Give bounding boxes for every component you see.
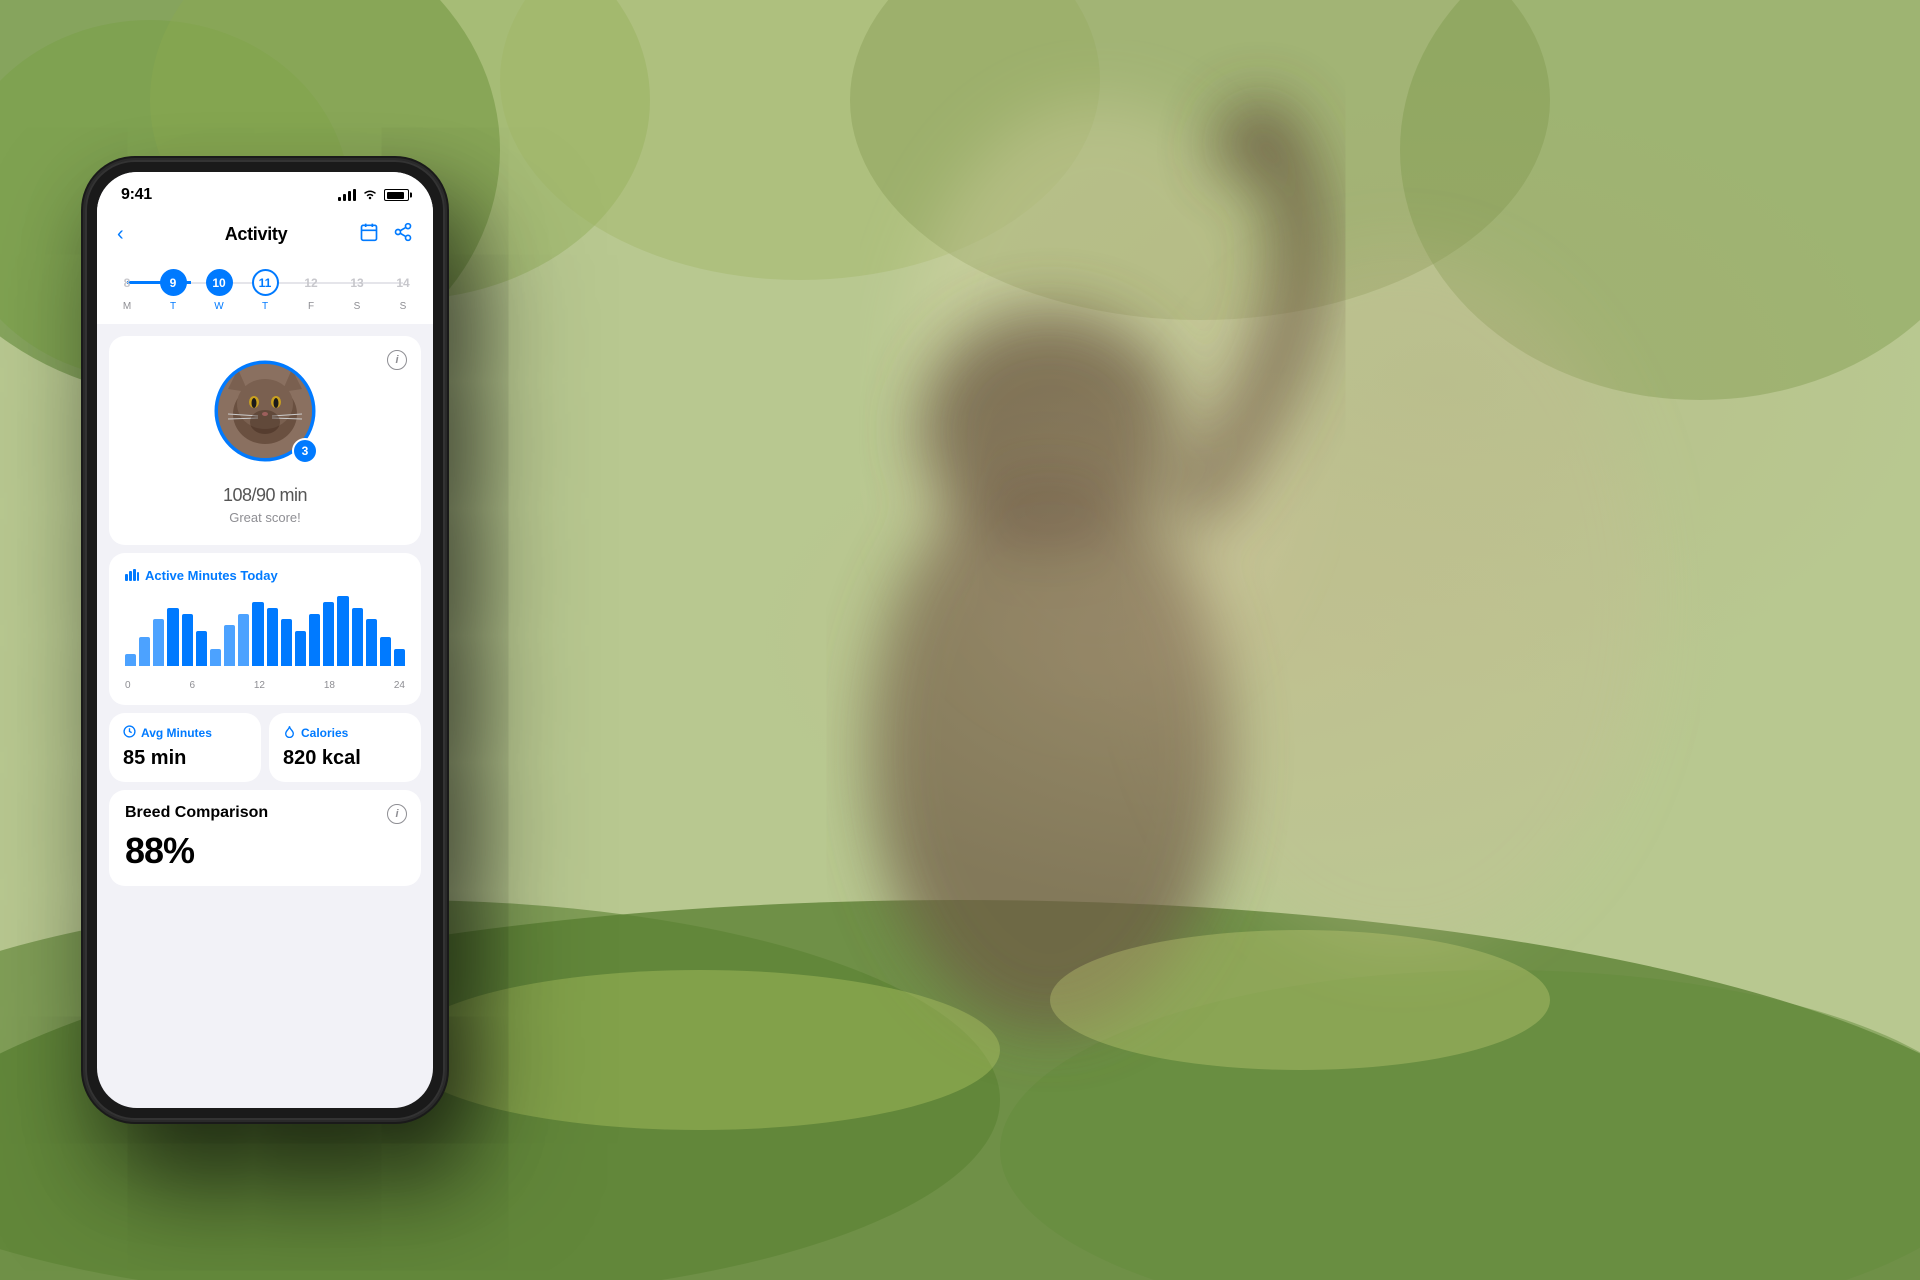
day-label-f: F [308,301,314,312]
screen-title: Activity [225,224,288,245]
x-label-6: 6 [189,680,195,691]
breed-comparison-title: Breed Comparison [125,804,405,822]
header-actions [359,222,413,247]
bar-0 [125,654,136,666]
stats-row: Avg Minutes 85 min Calories [109,713,421,782]
flame-icon [283,725,296,741]
back-button[interactable]: ‹ [117,223,153,246]
breed-info-icon[interactable]: i [387,804,407,824]
bar-17 [366,619,377,666]
wifi-icon [362,188,378,203]
bar-13 [309,614,320,667]
share-icon[interactable] [393,222,413,247]
avg-minutes-card[interactable]: Avg Minutes 85 min [109,713,261,782]
clock-icon [123,725,136,741]
avg-minutes-label: Avg Minutes [141,726,212,740]
bar-7 [224,625,235,666]
day-label-m: M [123,301,131,312]
date-selector-row: 8 M 9 T 10 W 11 T [97,261,433,324]
signal-icon [338,189,356,201]
day-item-tuesday[interactable]: 9 T [159,269,187,312]
day-bubble-12: 12 [298,269,325,296]
calendar-icon[interactable] [359,222,379,247]
calories-title: Calories [283,725,407,741]
bar-5 [196,631,207,666]
chart-title-text: Active Minutes Today [145,568,278,583]
day-bubble-14: 14 [390,269,417,296]
status-icons [338,188,409,203]
bar-9 [252,602,263,666]
day-item-saturday[interactable]: 13 S [343,269,371,312]
calories-card[interactable]: Calories 820 kcal [269,713,421,782]
breed-percentage-value: 88% [125,830,405,872]
score-info-icon[interactable]: i [387,350,407,370]
day-bubble-13: 13 [344,269,371,296]
day-label-s2: S [400,301,407,312]
day-bubble-11: 11 [252,269,279,296]
bar-12 [295,631,306,666]
calories-label: Calories [301,726,348,740]
score-display: 108/90 min [223,476,307,508]
x-label-24: 24 [394,680,405,691]
pet-avatar-ring: 3 [210,356,320,466]
score-comment: Great score! [229,510,301,525]
score-target: /90 min [252,485,308,505]
activity-chart [125,596,405,676]
bar-10 [267,608,278,666]
bar-2 [153,619,164,666]
bar-4 [182,614,193,667]
bar-18 [380,637,391,666]
date-track: 8 M 9 T 10 W 11 T [113,269,417,312]
chart-section: Active Minutes Today 0 6 12 18 24 [109,553,421,705]
bar-chart-bars [125,596,405,666]
calories-value: 820 kcal [283,747,361,769]
day-item-thursday[interactable]: 11 T [251,269,279,312]
phone-device: 9:41 [85,160,445,1120]
day-bubble-10: 10 [206,269,233,296]
scroll-content[interactable]: i [97,324,433,1108]
x-label-18: 18 [324,680,335,691]
day-label-t1: T [170,301,176,312]
bar-16 [352,608,363,666]
status-time: 9:41 [121,186,152,204]
battery-icon [384,189,409,201]
avg-minutes-value: 85 min [123,747,186,769]
chart-bar-icon [125,567,139,584]
bar-15 [337,596,348,666]
bar-3 [167,608,178,666]
level-badge: 3 [292,438,318,464]
bar-14 [323,602,334,666]
battery-fill [387,192,404,199]
x-label-12: 12 [254,680,265,691]
phone-screen: 9:41 [97,172,433,1108]
day-label-t2: T [262,301,268,312]
bar-6 [210,649,221,667]
score-section: i [109,336,421,545]
day-item-monday[interactable]: 8 M [113,269,141,312]
app-header: ‹ Activity [97,212,433,261]
chart-title-row: Active Minutes Today [125,567,405,584]
bar-19 [394,649,405,667]
avg-minutes-title: Avg Minutes [123,725,247,741]
phone-frame: 9:41 [85,160,445,1120]
day-item-friday[interactable]: 12 F [297,269,325,312]
day-item-wednesday[interactable]: 10 W [205,269,233,312]
day-label-w: W [214,301,223,312]
bar-8 [238,614,249,667]
day-bubble-9: 9 [160,269,187,296]
day-bubble-8: 8 [114,269,141,296]
breed-comparison-section: i Breed Comparison 88% [109,790,421,886]
bar-1 [139,637,150,666]
status-bar: 9:41 [97,172,433,212]
chart-x-axis: 0 6 12 18 24 [125,676,405,691]
bar-11 [281,619,292,666]
day-label-s1: S [354,301,361,312]
x-label-0: 0 [125,680,131,691]
day-item-sunday[interactable]: 14 S [389,269,417,312]
